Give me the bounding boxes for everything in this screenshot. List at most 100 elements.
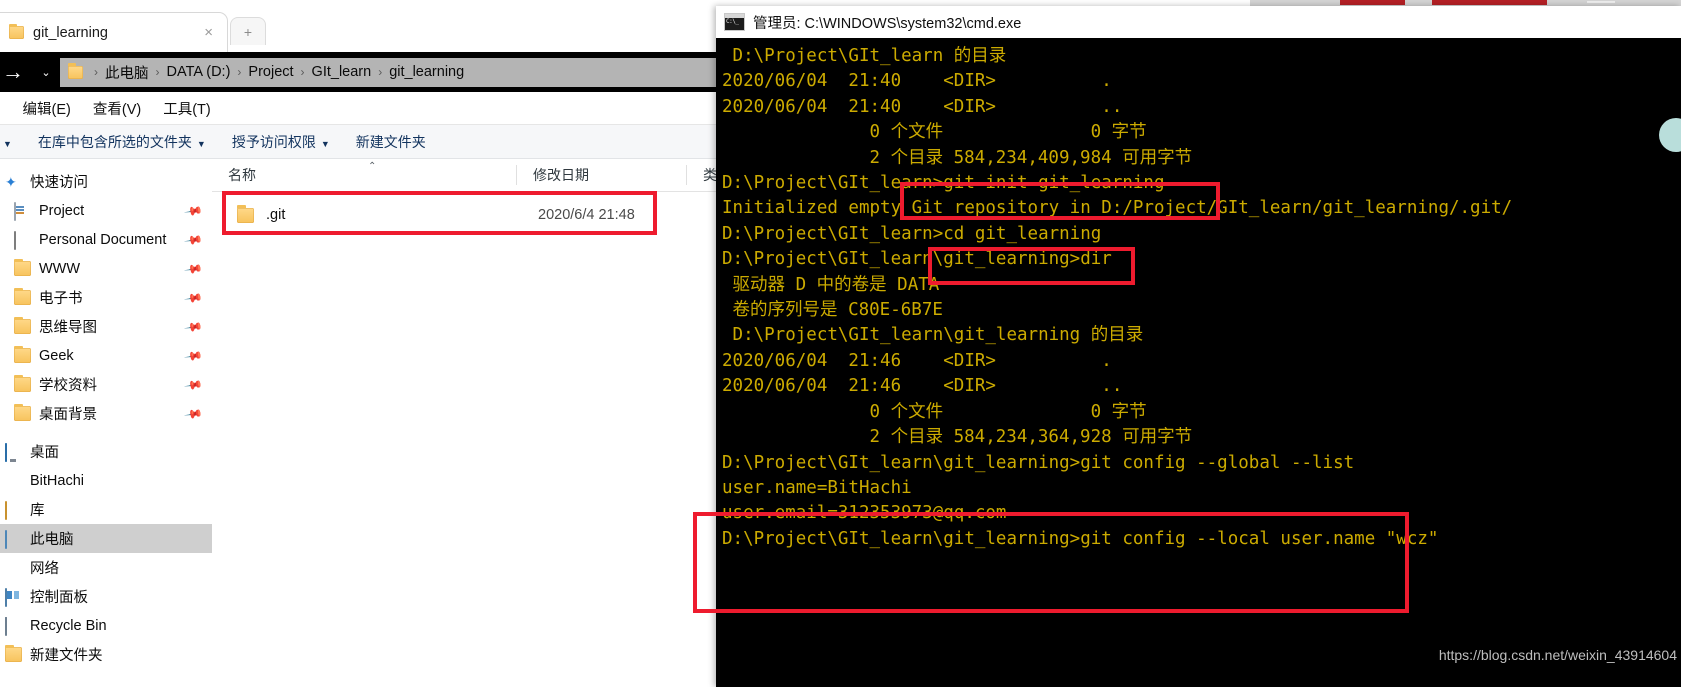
person-icon (5, 473, 22, 488)
address-bar-row: → ⌄ › 此电脑 › DATA (D:) › Project › GIt_le… (0, 52, 719, 92)
sidebar-item-label: 库 (30, 503, 45, 519)
sidebar-item-label: 桌面背景 (39, 407, 97, 423)
console-line-dir: D:\Project\GIt_learn\git_learning>dir (722, 249, 1112, 270)
column-header-name-label: 名称 (228, 167, 256, 183)
breadcrumb-item-4[interactable]: git_learning (389, 64, 464, 80)
new-tab-button[interactable]: + (230, 17, 266, 45)
console-icon (724, 13, 745, 31)
sidebar-item-recycle-bin[interactable]: Recycle Bin (0, 611, 212, 640)
command-share-with[interactable]: 授予访问权限 ▼ (232, 132, 330, 152)
sidebar-item-geek[interactable]: Geek 📌 (0, 341, 212, 370)
command-organize[interactable]: 织▼ (0, 132, 12, 152)
pin-icon[interactable]: 📌 (183, 374, 203, 394)
console-line: D:\Project\GIt_learn 的目录 (722, 46, 1007, 66)
file-explorer-window: git_learning × + → ⌄ › 此电脑 › DATA (D:) ›… (0, 0, 719, 687)
sidebar-item-label: Geek (39, 347, 74, 364)
recycle-bin-icon (5, 617, 22, 636)
file-name: .git (266, 207, 286, 223)
command-prompt-title-bar[interactable]: 管理员: C:\WINDOWS\system32\cmd.exe (716, 6, 1681, 38)
sidebar-item-label: 学校资料 (39, 378, 97, 394)
sidebar-item-this-pc[interactable]: 此电脑 (0, 524, 212, 553)
background-grey-mark (1587, 1, 1615, 3)
pin-icon[interactable]: 📌 (183, 345, 203, 365)
breadcrumb-item-1[interactable]: DATA (D:) (167, 64, 231, 80)
pin-icon[interactable]: 📌 (183, 287, 203, 307)
breadcrumb-separator: › (300, 65, 305, 79)
command-include-in-library-label: 在库中包含所选的文件夹 (37, 133, 192, 150)
menu-item-edit[interactable]: 编辑(E) (23, 98, 71, 119)
breadcrumb-item-3[interactable]: GIt_learn (312, 64, 372, 80)
console-line: 0 个文件 0 字节 (722, 401, 1147, 422)
console-line-git-config-local: D:\Project\GIt_learn\git_learning>git co… (722, 528, 1439, 549)
sidebar-item-project[interactable]: Project 📌 (0, 196, 212, 225)
sidebar-item-libraries[interactable]: 库 (0, 495, 212, 524)
folder-icon (14, 316, 31, 334)
chevron-down-icon: ▼ (3, 138, 12, 149)
console-output[interactable]: D:\Project\GIt_learn 的目录 2020/06/04 21:4… (716, 38, 1681, 687)
console-line: 驱动器 D 中的卷是 DATA (722, 274, 940, 295)
explorer-tab-git-learning[interactable]: git_learning × (0, 12, 228, 52)
pin-icon[interactable]: 📌 (183, 229, 203, 249)
menu-item-file[interactable]: (F) (0, 100, 1, 116)
column-header-date[interactable]: 修改日期 (517, 159, 687, 191)
sidebar-item-control-panel[interactable]: 控制面板 (0, 582, 212, 611)
chevron-down-icon[interactable]: ⌄ (32, 66, 60, 79)
folder-icon (14, 345, 31, 363)
sidebar-item-mindmap[interactable]: 思维导图 📌 (0, 312, 212, 341)
console-line-user-name: user.name=BitHachi (722, 477, 912, 498)
breadcrumb-separator: › (378, 65, 383, 79)
sidebar-item-desktop[interactable]: 桌面 (0, 437, 212, 466)
sidebar-item-label: 控制面板 (30, 590, 88, 606)
sidebar-item-label: 网络 (30, 561, 59, 577)
pin-icon[interactable]: 📌 (183, 403, 203, 423)
sidebar-item-wallpaper[interactable]: 桌面背景 📌 (0, 399, 212, 428)
address-breadcrumb-bar[interactable]: › 此电脑 › DATA (D:) › Project › GIt_learn … (60, 57, 719, 87)
sidebar-item-label: WWW (39, 260, 81, 277)
console-line: 2020/06/04 21:46 <DIR> . (722, 350, 1112, 371)
folder-icon (14, 287, 31, 305)
file-list-pane: 名称 ⌃ 修改日期 类 .git 2020/6/4 21:48 (212, 159, 719, 687)
sidebar-item-label: 此电脑 (30, 532, 74, 548)
window-title: 管理员: C:\WINDOWS\system32\cmd.exe (753, 15, 1022, 32)
folder-icon (9, 23, 24, 39)
sidebar-item-label: 新建文件夹 (30, 648, 103, 664)
explorer-menu-bar: (F) 编辑(E) 查看(V) 工具(T) (0, 92, 719, 125)
menu-item-tools[interactable]: 工具(T) (163, 98, 211, 119)
sidebar-item-bithachi[interactable]: BitHachi (0, 466, 212, 495)
console-line: 0 个文件 0 字节 (722, 122, 1147, 143)
navigation-pane: ✦ 快速访问 Project 📌 Personal Document 📌 WWW (0, 159, 212, 687)
breadcrumb-separator: › (237, 65, 242, 79)
column-header-name[interactable]: 名称 ⌃ (212, 159, 517, 191)
command-prompt-window: 管理员: C:\WINDOWS\system32\cmd.exe D:\Proj… (716, 6, 1681, 687)
sidebar-item-school-materials[interactable]: 学校资料 📌 (0, 370, 212, 399)
pin-icon[interactable]: 📌 (183, 258, 203, 278)
sidebar-item-label: 电子书 (39, 291, 83, 307)
pin-icon[interactable]: 📌 (183, 200, 203, 220)
sidebar-item-new-folder[interactable]: 新建文件夹 (0, 640, 212, 669)
command-share-with-label: 授予访问权限 (231, 133, 316, 150)
close-icon[interactable]: × (198, 25, 219, 40)
sort-ascending-icon: ⌃ (368, 161, 377, 172)
folder-icon (5, 644, 22, 662)
command-include-in-library[interactable]: 在库中包含所选的文件夹 ▼ (38, 132, 206, 152)
breadcrumb-item-2[interactable]: Project (248, 64, 293, 80)
menu-item-view[interactable]: 查看(V) (93, 98, 141, 119)
sidebar-item-www[interactable]: WWW 📌 (0, 254, 212, 283)
sidebar-item-ebooks[interactable]: 电子书 📌 (0, 283, 212, 312)
pin-icon[interactable]: 📌 (183, 316, 203, 336)
explorer-command-bar: 织▼ 在库中包含所选的文件夹 ▼ 授予访问权限 ▼ 新建文件夹 (0, 125, 719, 159)
tab-label: git_learning (33, 24, 108, 41)
forward-arrow-icon[interactable]: → (0, 61, 32, 83)
console-line-git-init: D:\Project\GIt_learn>git init git_learni… (722, 173, 1165, 194)
command-new-folder[interactable]: 新建文件夹 (356, 132, 426, 152)
breadcrumb-item-0[interactable]: 此电脑 (105, 62, 149, 83)
column-header-type[interactable]: 类 (687, 159, 719, 191)
sidebar-item-label: BitHachi (30, 472, 84, 489)
sidebar-item-personal-document[interactable]: Personal Document 📌 (0, 225, 212, 254)
console-line: 2020/06/04 21:40 <DIR> .. (722, 96, 1123, 117)
table-row[interactable]: .git 2020/6/4 21:48 (212, 192, 719, 238)
nav-group-separator (0, 428, 212, 437)
sidebar-item-quick-access[interactable]: ✦ 快速访问 (0, 167, 212, 196)
background-red-bar-2 (1432, 0, 1547, 5)
sidebar-item-network[interactable]: 网络 (0, 553, 212, 582)
